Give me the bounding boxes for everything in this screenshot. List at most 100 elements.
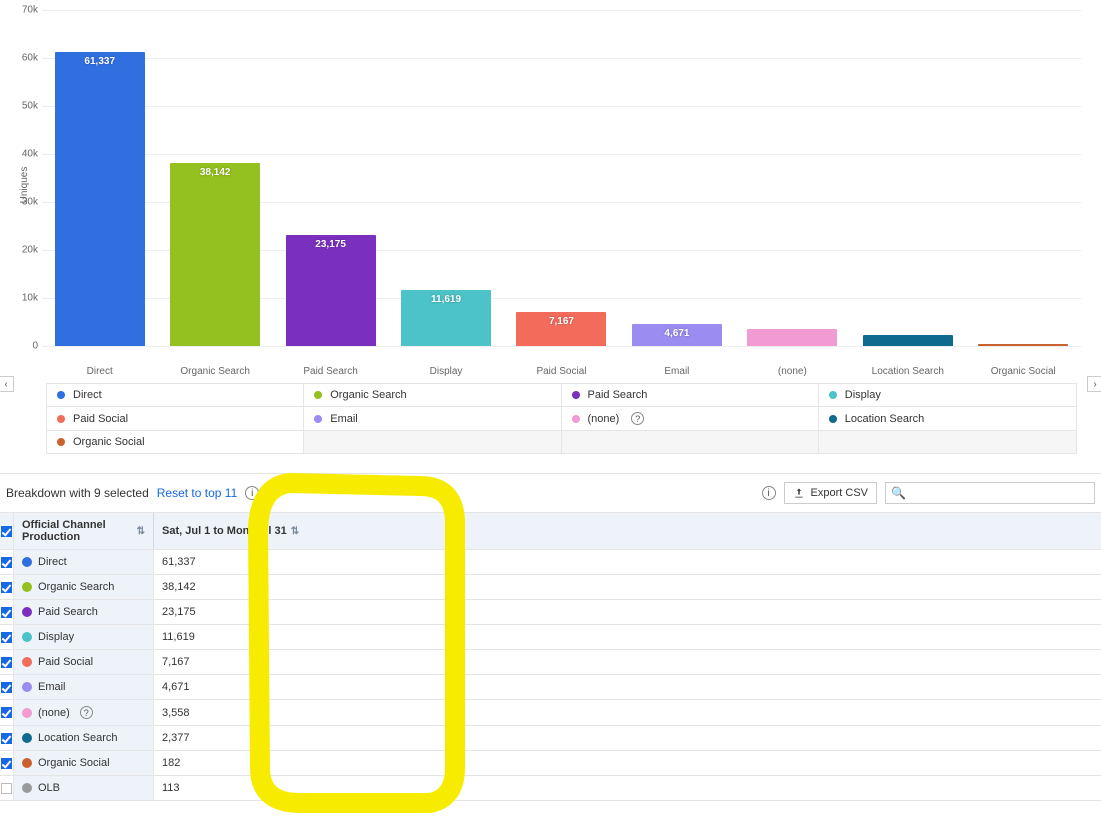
table-row: Direct61,337 [0,550,1101,575]
chart-plot-area: Uniques 010k20k30k40k50k60k70k 61,33738,… [42,10,1081,360]
y-tick-label: 40k [14,149,38,160]
bar-paid-social[interactable]: 7,167 [504,312,619,346]
row-name-cell[interactable]: Location Search [14,726,154,750]
info-icon[interactable]: i [762,486,776,500]
row-name-label: (none) [38,707,70,719]
legend-label: Paid Search [588,389,648,401]
x-tick-label: Location Search [850,362,965,377]
row-checkbox[interactable] [0,575,14,599]
chevron-right-icon: › [1093,379,1096,390]
row-color-dot [22,657,32,667]
legend-item-display[interactable]: Display [819,384,1076,407]
row-color-dot [22,682,32,692]
row-checkbox[interactable] [0,650,14,674]
legend-item-organic-social[interactable]: Organic Social [47,431,304,454]
legend-item-organic-search[interactable]: Organic Search [304,384,561,407]
chart-container: Uniques 010k20k30k40k50k60k70k 61,33738,… [0,0,1101,454]
row-checkbox[interactable] [0,751,14,775]
bar-email[interactable]: 4,671 [619,324,734,346]
row-color-dot [22,733,32,743]
x-tick-label: Organic Search [157,362,272,377]
table-row: Email4,671 [0,675,1101,700]
select-all-checkbox[interactable] [0,513,14,549]
bar [978,344,1068,346]
legend-item-email[interactable]: Email [304,407,561,431]
legend-empty [819,431,1076,454]
row-name-cell[interactable]: Email [14,675,154,699]
bar-organic-social[interactable] [966,344,1081,346]
x-tick-label: Organic Social [966,362,1081,377]
legend-item-paid-social[interactable]: Paid Social [47,407,304,431]
y-tick-label: 50k [14,101,38,112]
column-header-period[interactable]: Sat, Jul 1 to Mon, Jul 31 ⇅ [154,513,1101,549]
chart-prev-button[interactable]: ‹ [0,376,14,392]
bar-value-label: 7,167 [516,316,606,327]
table-row: Organic Social182 [0,751,1101,776]
export-icon [793,487,805,499]
bar-location-search[interactable] [850,335,965,346]
bar--none-[interactable] [735,329,850,346]
row-checkbox[interactable] [0,675,14,699]
chart-next-button[interactable]: › [1087,376,1101,392]
x-tick-label: Paid Search [273,362,388,377]
table-row: Location Search2,377 [0,726,1101,751]
row-name-cell[interactable]: Display [14,625,154,649]
export-label: Export CSV [811,487,868,499]
row-color-dot [22,607,32,617]
row-checkbox[interactable] [0,700,14,725]
row-checkbox[interactable] [0,726,14,750]
export-csv-button[interactable]: Export CSV [784,482,877,504]
bar-value-label: 11,619 [401,294,491,305]
row-checkbox[interactable] [0,550,14,574]
row-name-label: Location Search [38,732,118,744]
help-icon[interactable]: ? [631,412,644,425]
row-name-cell[interactable]: Paid Social [14,650,154,674]
row-checkbox[interactable] [0,776,14,800]
bar: 61,337 [55,52,145,346]
legend-item-location-search[interactable]: Location Search [819,407,1076,431]
table-row: OLB113 [0,776,1101,801]
row-name-label: Paid Search [38,606,98,618]
row-name-cell[interactable]: Direct [14,550,154,574]
legend-label: Organic Search [330,389,406,401]
y-tick-label: 70k [14,5,38,16]
search-input[interactable] [885,482,1095,504]
row-value-cell: 61,337 [154,550,1101,574]
help-icon[interactable]: ? [80,706,93,719]
legend-item--none-[interactable]: (none)? [562,407,819,431]
table-row: Organic Search38,142 [0,575,1101,600]
legend-color-dot [314,415,322,423]
row-color-dot [22,708,32,718]
legend-label: Location Search [845,413,925,425]
legend-color-dot [57,438,65,446]
row-name-label: Display [38,631,74,643]
bar-organic-search[interactable]: 38,142 [157,163,272,346]
legend-label: Display [845,389,881,401]
y-tick-label: 60k [14,53,38,64]
reset-link[interactable]: Reset to top 11 [157,486,238,500]
row-name-cell[interactable]: Organic Search [14,575,154,599]
breakdown-title: Breakdown with 9 selected [6,486,149,500]
row-name-cell[interactable]: Organic Social [14,751,154,775]
row-checkbox[interactable] [0,625,14,649]
row-name-cell[interactable]: (none)? [14,700,154,725]
row-value-cell: 23,175 [154,600,1101,624]
legend-item-paid-search[interactable]: Paid Search [562,384,819,407]
row-checkbox[interactable] [0,600,14,624]
info-icon[interactable]: i [245,486,259,500]
bar-direct[interactable]: 61,337 [42,52,157,346]
bar-paid-search[interactable]: 23,175 [273,235,388,346]
bar [747,329,837,346]
column-header-channel[interactable]: Official Channel Production ⇅ [14,513,154,549]
bar-display[interactable]: 11,619 [388,290,503,346]
x-tick-label: Display [388,362,503,377]
row-value-cell: 7,167 [154,650,1101,674]
legend-item-direct[interactable]: Direct [47,384,304,407]
legend-empty [562,431,819,454]
x-tick-label: Paid Social [504,362,619,377]
row-name-cell[interactable]: OLB [14,776,154,800]
row-value-cell: 113 [154,776,1101,800]
table-row: Paid Search 23,175 [0,600,1101,625]
row-color-dot [22,557,32,567]
row-name-cell[interactable]: Paid Search [14,600,154,624]
